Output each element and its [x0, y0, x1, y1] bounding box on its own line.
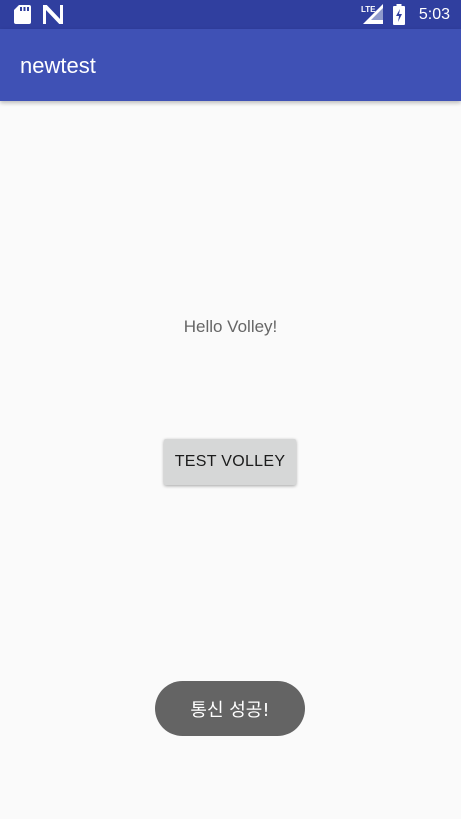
status-time: 5:03	[418, 6, 450, 23]
app-bar: newtest	[0, 29, 461, 101]
n-logo-icon	[42, 0, 64, 30]
lte-label: LTE	[361, 5, 376, 14]
status-bar: LTE 5:03	[0, 0, 461, 30]
sd-card-icon	[14, 5, 31, 28]
app-title: newtest	[20, 53, 96, 78]
hello-text: Hello Volley!	[183, 317, 278, 336]
test-volley-button[interactable]: TEST VOLLEY	[164, 439, 296, 485]
battery-charging-icon	[393, 4, 405, 29]
lte-signal-icon: LTE	[361, 4, 383, 28]
toast-message: 통신 성공!	[155, 681, 305, 736]
